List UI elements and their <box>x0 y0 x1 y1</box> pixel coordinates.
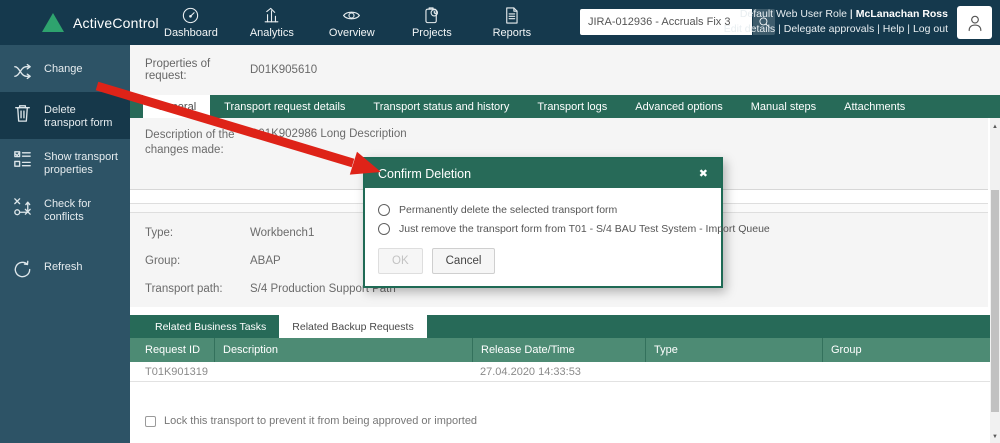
nav-item-reports[interactable]: Reports <box>486 6 538 39</box>
tab-related-business-tasks[interactable]: Related Business Tasks <box>142 315 279 338</box>
user-block: Default Web User RoleMcLanachan Ross Edi… <box>724 7 948 37</box>
cell-release-date-time: 27.04.2020 14:33:53 <box>480 365 581 378</box>
tab-attachments[interactable]: Attachments <box>830 95 919 118</box>
user-role: Default Web User Role <box>739 8 848 20</box>
field-label: Type: <box>145 227 174 239</box>
related-tabbar: Related Business Tasks Related Backup Re… <box>130 315 990 338</box>
nav-item-analytics[interactable]: Analytics <box>246 6 298 39</box>
radio-just-remove[interactable]: Just remove the transport form from T01 … <box>378 223 770 235</box>
brand-logo[interactable]: ActiveControl <box>0 13 159 32</box>
tab-general[interactable]: General <box>143 95 211 118</box>
sidebar-item-change[interactable]: Change <box>0 51 130 92</box>
overview-icon <box>343 11 361 20</box>
user-links: Edit detailsDelegate approvalsHelpLog ou… <box>724 22 948 37</box>
backup-requests-table: Request ID Description Release Date/Time… <box>130 338 990 382</box>
cancel-button[interactable]: Cancel <box>431 248 496 274</box>
top-header: ActiveControl Dashboard Analytics Overvi… <box>0 0 1000 45</box>
field-value: Workbench1 <box>250 227 315 239</box>
sidebar-item-label: Show transport properties <box>44 151 118 176</box>
sidebar-item-label: Change <box>44 63 83 75</box>
nav-item-dashboard[interactable]: Dashboard <box>164 6 218 39</box>
tab-advanced-options[interactable]: Advanced options <box>621 95 736 118</box>
radio-permanently-delete[interactable]: Permanently delete the selected transpor… <box>378 204 708 216</box>
close-icon[interactable]: ✖ <box>699 167 708 180</box>
radio-button-icon[interactable] <box>378 204 390 216</box>
tab-transport-logs[interactable]: Transport logs <box>523 95 621 118</box>
sidebar-item-show-transport-properties[interactable]: Show transport properties <box>0 139 130 186</box>
table-row[interactable]: T01K901319 27.04.2020 14:33:53 <box>130 362 990 382</box>
lock-transport-label: Lock this transport to prevent it from b… <box>164 415 478 427</box>
nav-label: Analytics <box>249 27 294 39</box>
description-label: Description of the changes made: <box>145 129 235 156</box>
vertical-scrollbar[interactable]: ▲ ▼ <box>990 118 1000 443</box>
detail-tabbar: General Transport request details Transp… <box>130 95 1000 118</box>
tab-transport-request-details[interactable]: Transport request details <box>210 95 359 118</box>
scroll-down-icon[interactable]: ▼ <box>990 434 1000 440</box>
tab-related-backup-requests[interactable]: Related Backup Requests <box>279 315 427 338</box>
avatar[interactable] <box>957 6 992 39</box>
refresh-icon <box>14 260 31 278</box>
scrollbar-thumb[interactable] <box>991 190 999 412</box>
radio-label: Just remove the transport form from T01 … <box>399 223 770 235</box>
nav-label: Projects <box>411 27 452 39</box>
scroll-up-icon[interactable]: ▲ <box>990 124 1000 130</box>
nav-item-projects[interactable]: Projects <box>406 6 458 39</box>
lock-transport-row: Lock this transport to prevent it from b… <box>130 415 1000 427</box>
cell-request-id: T01K901319 <box>145 365 208 378</box>
person-icon <box>968 15 981 31</box>
column-header-group[interactable]: Group <box>822 338 990 362</box>
activecontrol-app: ActiveControl Dashboard Analytics Overvi… <box>0 0 1000 443</box>
column-header-description[interactable]: Description <box>214 338 472 362</box>
user-name: McLanachan Ross <box>847 8 948 20</box>
nav-label: Dashboard <box>164 27 218 39</box>
column-header-type[interactable]: Type <box>645 338 822 362</box>
properties-icon <box>14 151 31 167</box>
radio-button-icon[interactable] <box>378 223 390 235</box>
properties-bar: Properties of request: D01K905610 <box>130 45 1000 95</box>
analytics-icon <box>264 7 279 23</box>
radio-label: Permanently delete the selected transpor… <box>399 204 618 216</box>
logout-link[interactable]: Log out <box>904 23 948 35</box>
sidebar-item-label: Delete transport form <box>44 104 113 129</box>
lock-transport-checkbox[interactable] <box>145 415 156 427</box>
nav-label: Reports <box>492 27 532 39</box>
sidebar-item-label: Check for conflicts <box>44 198 92 223</box>
tab-manual-steps[interactable]: Manual steps <box>737 95 830 118</box>
dialog-buttons: OK Cancel <box>378 248 708 274</box>
dialog-body: Permanently delete the selected transpor… <box>365 188 770 286</box>
conflicts-icon <box>14 198 31 216</box>
delegate-approvals-link[interactable]: Delegate approvals <box>775 23 874 35</box>
confirm-deletion-dialog: Confirm Deletion ✖ Permanently delete th… <box>363 157 770 288</box>
ok-button[interactable]: OK <box>378 248 423 274</box>
projects-icon <box>425 7 439 24</box>
change-icon <box>14 63 31 80</box>
table-header-row: Request ID Description Release Date/Time… <box>130 338 990 362</box>
reports-icon <box>506 7 518 24</box>
nav-item-overview[interactable]: Overview <box>326 6 378 39</box>
sidebar-item-check-for-conflicts[interactable]: Check for conflicts <box>0 186 130 233</box>
nav-label: Overview <box>328 27 375 39</box>
dialog-header: Confirm Deletion ✖ <box>365 159 721 188</box>
activecontrol-triangle-icon <box>42 13 64 32</box>
column-header-release-date-time[interactable]: Release Date/Time <box>472 338 645 362</box>
sidebar: Change Delete transport form Show transp… <box>0 45 130 443</box>
tab-transport-status-and-history[interactable]: Transport status and history <box>359 95 523 118</box>
sidebar-item-delete-transport-form[interactable]: Delete transport form <box>0 92 130 139</box>
field-label: Group: <box>145 255 181 267</box>
field-label: Transport path: <box>145 283 223 295</box>
edit-details-link[interactable]: Edit details <box>724 23 775 35</box>
field-value: ABAP <box>250 255 281 267</box>
top-nav: Dashboard Analytics Overview Projects Re… <box>164 6 538 39</box>
sidebar-item-label: Refresh <box>44 261 83 273</box>
sidebar-item-refresh[interactable]: Refresh <box>0 249 130 290</box>
help-link[interactable]: Help <box>874 23 904 35</box>
brand-name: ActiveControl <box>73 14 159 31</box>
dialog-title: Confirm Deletion <box>378 166 472 181</box>
request-id-value: D01K905610 <box>250 64 318 76</box>
trash-icon <box>15 105 30 122</box>
user-role-line: Default Web User RoleMcLanachan Ross <box>724 7 948 22</box>
dashboard-icon <box>183 7 199 24</box>
column-header-request-id[interactable]: Request ID <box>130 338 214 362</box>
properties-label: Properties of request: <box>145 58 211 82</box>
